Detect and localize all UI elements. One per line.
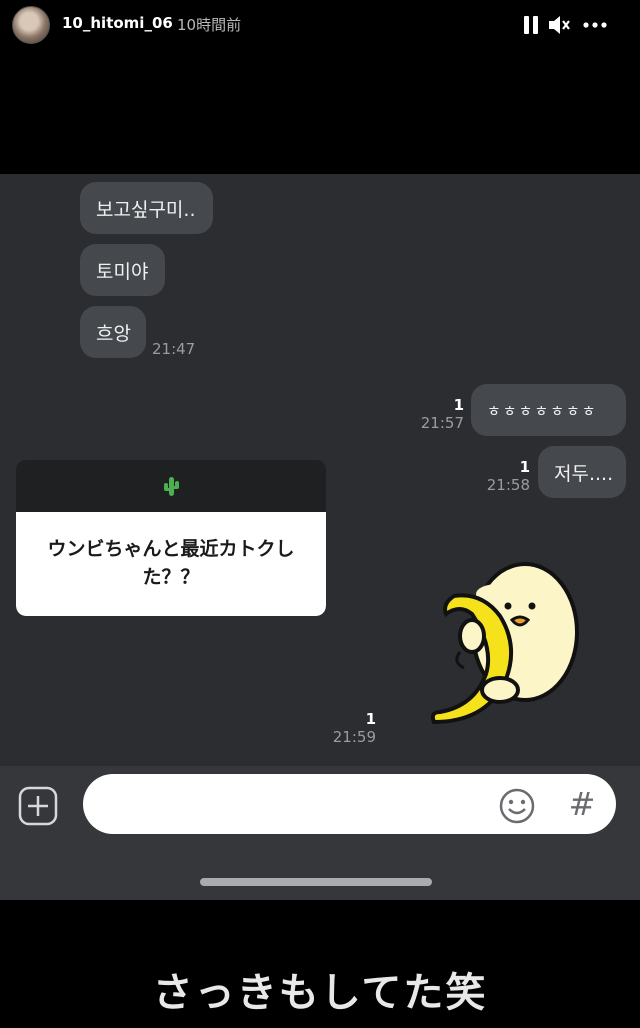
plus-icon[interactable]	[18, 786, 58, 826]
time-ago: 10時間前	[177, 16, 242, 34]
message-meta: 1 21:58	[476, 458, 530, 494]
message-text: ㅎㅎㅎㅎㅎㅎㅎ	[487, 401, 598, 420]
message-text: 흐앙	[96, 322, 131, 345]
incoming-message: 흐앙	[80, 306, 146, 358]
message-meta: 1 21:59	[320, 710, 376, 746]
story-caption: さっきもしてた笑	[152, 970, 488, 1016]
hashtag-button[interactable]: #	[562, 784, 602, 824]
message-text: 저두....	[554, 462, 614, 485]
story-header: 10_hitomi_06 10時間前	[0, 0, 640, 52]
incoming-message: 보고싶구미..	[80, 182, 213, 234]
avatar[interactable]	[12, 6, 50, 44]
more-icon[interactable]	[582, 12, 608, 38]
pause-icon[interactable]	[518, 12, 544, 38]
message-input-bar: #	[0, 766, 640, 900]
duck-banana-sticker	[420, 544, 590, 725]
card-header	[16, 460, 326, 512]
outgoing-message: 저두....	[538, 446, 626, 498]
message-time: 21:57	[420, 414, 464, 432]
message-text: 보고싶구미..	[96, 198, 196, 221]
message-meta: 1 21:57	[410, 396, 464, 432]
shared-story-card[interactable]: ウンビちゃんと最近カトクした？？	[16, 460, 326, 616]
read-count: 1	[365, 710, 376, 728]
message-time: 21:47	[152, 340, 196, 358]
cactus-icon	[164, 477, 179, 496]
mute-icon[interactable]	[546, 12, 572, 38]
card-question-text: ウンビちゃんと最近カトクした？？	[16, 512, 326, 616]
message-time: 21:58	[486, 476, 530, 494]
outgoing-message: ㅎㅎㅎㅎㅎㅎㅎ	[471, 384, 626, 436]
read-count: 1	[519, 458, 530, 476]
incoming-message: 토미야	[80, 244, 165, 296]
emoji-icon[interactable]	[497, 786, 537, 826]
home-indicator	[200, 878, 432, 886]
message-text: 토미야	[96, 260, 149, 283]
username[interactable]: 10_hitomi_06	[62, 14, 173, 32]
message-time: 21:59	[332, 728, 376, 746]
read-count: 1	[453, 396, 464, 414]
chat-screenshot: 보고싶구미.. 토미야 흐앙 21:47 1 21:57 ㅎㅎㅎㅎㅎㅎㅎ 1 2…	[0, 174, 640, 766]
